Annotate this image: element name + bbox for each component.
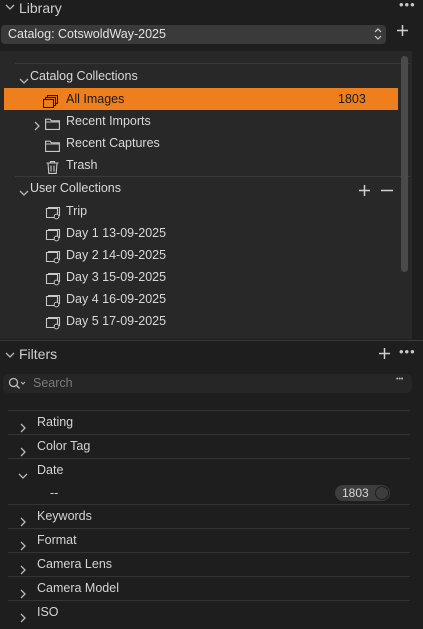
select-updown-icon bbox=[374, 26, 382, 44]
catalog-select-value: Catalog: CotswoldWay-2025 bbox=[8, 27, 166, 41]
album-icon bbox=[45, 249, 61, 264]
filter-label: ISO bbox=[37, 605, 59, 619]
filter-item[interactable]: Color Tag bbox=[0, 434, 410, 458]
trash-icon bbox=[46, 159, 60, 174]
divider bbox=[0, 340, 423, 341]
collection-label: Day 2 14-09-2025 bbox=[66, 248, 167, 262]
filter-item[interactable]: Format bbox=[0, 528, 410, 552]
chevron-down-icon[interactable] bbox=[5, 349, 15, 363]
filters-more-icon[interactable]: ••• bbox=[399, 344, 416, 359]
album-icon bbox=[45, 271, 61, 286]
filter-item[interactable]: Date bbox=[0, 458, 410, 482]
filter-label: Format bbox=[37, 533, 77, 547]
collection-label: Trip bbox=[66, 204, 88, 218]
date-filter-count[interactable]: 1803 bbox=[335, 485, 390, 501]
filter-item[interactable]: Rating bbox=[0, 410, 410, 434]
catalog-select[interactable]: Catalog: CotswoldWay-2025 bbox=[1, 25, 386, 44]
collection-label: Day 3 15-09-2025 bbox=[66, 270, 167, 284]
catalog-collections-header[interactable]: Catalog Collections bbox=[0, 65, 398, 87]
chevron-down-icon[interactable] bbox=[5, 1, 15, 15]
collection-recent-imports[interactable]: Recent Imports bbox=[0, 110, 398, 132]
catalog-collections-label: Catalog Collections bbox=[30, 69, 138, 83]
filter-label: Keywords bbox=[37, 509, 92, 523]
collection-label: Trash bbox=[66, 158, 98, 172]
user-collections-label: User Collections bbox=[30, 181, 122, 195]
album-icon bbox=[45, 293, 61, 308]
folder-icon bbox=[45, 115, 60, 130]
user-collections-header[interactable]: User Collections bbox=[0, 177, 398, 199]
filter-item[interactable]: ISO bbox=[0, 600, 410, 624]
user-collection-item[interactable]: Day 3 15-09-2025 bbox=[0, 266, 398, 288]
add-filter-icon[interactable] bbox=[378, 347, 391, 363]
toggle-ring-icon bbox=[375, 486, 389, 500]
date-filter-value[interactable]: -- bbox=[50, 481, 58, 505]
folder-icon bbox=[45, 137, 60, 152]
filter-item[interactable]: Camera Model bbox=[0, 576, 410, 600]
library-scrollbar[interactable] bbox=[401, 56, 408, 272]
collection-label: Day 4 16-09-2025 bbox=[66, 292, 167, 306]
filter-label: Rating bbox=[37, 415, 74, 429]
collection-trash[interactable]: Trash bbox=[0, 154, 398, 176]
filter-label: Color Tag bbox=[37, 439, 91, 453]
user-collection-item[interactable]: Day 4 16-09-2025 bbox=[0, 288, 398, 310]
collection-label: Day 1 13-09-2025 bbox=[66, 226, 167, 240]
add-catalog-icon[interactable] bbox=[396, 24, 409, 40]
filter-label: Camera Model bbox=[37, 581, 119, 595]
album-icon bbox=[45, 205, 61, 220]
filter-item[interactable]: Keywords bbox=[0, 504, 410, 528]
all-images-icon bbox=[42, 93, 59, 109]
search-placeholder: Search bbox=[33, 376, 73, 390]
search-options-icon[interactable]: ••• bbox=[396, 376, 403, 383]
divider bbox=[15, 63, 410, 64]
album-icon bbox=[45, 315, 61, 330]
user-collection-item[interactable]: Trip bbox=[0, 200, 398, 222]
chevron-right-icon[interactable] bbox=[19, 607, 27, 629]
user-collection-item[interactable]: Day 2 14-09-2025 bbox=[0, 244, 398, 266]
library-title: Library bbox=[19, 0, 62, 16]
collection-label: Recent Imports bbox=[66, 114, 151, 128]
library-more-icon[interactable]: ••• bbox=[399, 0, 416, 12]
library-panel-header[interactable]: Library ••• bbox=[0, 0, 423, 20]
collection-all-images[interactable]: All Images 1803 bbox=[4, 88, 398, 110]
date-count-value: 1803 bbox=[342, 486, 369, 500]
filters-panel-header[interactable]: Filters ••• bbox=[0, 344, 423, 364]
filter-search-input[interactable]: Search ••• bbox=[3, 374, 412, 393]
chevron-down-icon[interactable] bbox=[18, 465, 28, 489]
filter-label: Camera Lens bbox=[37, 557, 113, 571]
album-icon bbox=[45, 227, 61, 242]
collection-label: Day 5 17-09-2025 bbox=[66, 314, 167, 328]
collection-label: Recent Captures bbox=[66, 136, 160, 150]
filters-title: Filters bbox=[19, 346, 58, 362]
collection-label: All Images bbox=[66, 92, 125, 106]
collection-count: 1803 bbox=[338, 92, 366, 106]
user-collection-item[interactable]: Day 1 13-09-2025 bbox=[0, 222, 398, 244]
user-collection-item[interactable]: Day 5 17-09-2025 bbox=[0, 310, 398, 332]
filter-item[interactable]: Camera Lens bbox=[0, 552, 410, 576]
filter-label: Date bbox=[37, 463, 64, 477]
search-icon bbox=[8, 377, 26, 393]
collection-recent-captures[interactable]: Recent Captures bbox=[0, 132, 398, 154]
